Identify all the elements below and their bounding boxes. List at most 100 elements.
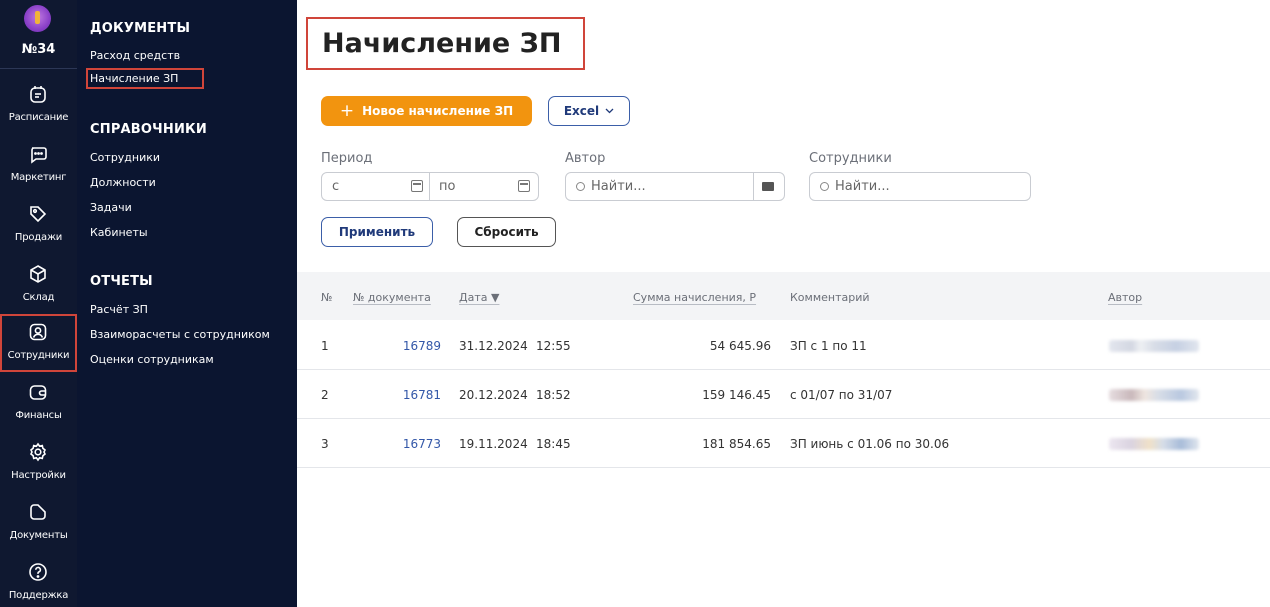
- menu-link-employees[interactable]: Сотрудники: [90, 151, 160, 164]
- menu-link-rooms[interactable]: Кабинеты: [90, 226, 148, 239]
- rail-item-label: Расписание: [8, 112, 69, 123]
- document-icon: [30, 504, 46, 520]
- rail-item-label: Маркетинг: [10, 172, 67, 183]
- row-author-redacted: [1109, 389, 1199, 401]
- menu-link-ratings[interactable]: Оценки сотрудникам: [90, 353, 214, 366]
- input-divider: [753, 173, 754, 200]
- menu-section-references: СПРАВОЧНИКИ: [90, 122, 207, 137]
- row-comment: ЗП с 1 по 11: [790, 339, 867, 353]
- rail-item-label: Сотрудники: [7, 350, 70, 361]
- menu-link-expenses[interactable]: Расход средств: [90, 49, 180, 62]
- excel-button[interactable]: Excel: [548, 96, 630, 126]
- row-time: 18:52: [536, 388, 571, 402]
- rail-item-documents[interactable]: Документы: [0, 494, 77, 552]
- row-sum: 159 146.45: [702, 388, 771, 402]
- rail-item-schedule[interactable]: Расписание: [0, 76, 77, 134]
- reset-button[interactable]: Сбросить: [457, 217, 556, 247]
- rail-item-label: Документы: [9, 530, 68, 541]
- col-sum[interactable]: Сумма начисления, Р: [633, 291, 756, 304]
- author-placeholder: Найти...: [591, 179, 646, 194]
- row-comment: ЗП июнь с 01.06 по 30.06: [790, 437, 950, 451]
- row-number: 1: [321, 339, 329, 353]
- row-date: 31.12.2024: [459, 339, 528, 353]
- date-from-input[interactable]: с: [322, 179, 339, 194]
- title-highlight: Начисление ЗП: [306, 17, 585, 70]
- author-search-input[interactable]: Найти...: [565, 172, 785, 201]
- row-document-link[interactable]: 16773: [357, 437, 441, 451]
- tag-icon: [30, 206, 47, 223]
- main-content: Начисление ЗП + Новое начисление ЗП Exce…: [297, 0, 1270, 607]
- rail-item-label: Продажи: [14, 232, 63, 243]
- help-icon: [29, 563, 47, 581]
- row-author-redacted: [1109, 340, 1199, 352]
- employees-search-input[interactable]: Найти...: [809, 172, 1031, 201]
- wallet-icon: [29, 385, 47, 400]
- row-comment: с 01/07 по 31/07: [790, 388, 893, 402]
- table-row[interactable]: 1 16789 31.12.2024 12:55 54 645.96 ЗП с …: [297, 321, 1270, 370]
- calendar-icon[interactable]: [411, 180, 423, 192]
- chevron-down-icon: [605, 108, 614, 114]
- new-payroll-button[interactable]: + Новое начисление ЗП: [321, 96, 532, 126]
- rail-item-support[interactable]: Поддержка: [0, 554, 77, 607]
- row-date: 20.12.2024: [459, 388, 528, 402]
- rail-item-label: Поддержка: [8, 590, 69, 601]
- row-time: 18:45: [536, 437, 571, 451]
- plus-icon: +: [339, 100, 355, 121]
- period-label: Период: [321, 151, 373, 166]
- rail-item-marketing[interactable]: Маркетинг: [0, 136, 77, 194]
- calendar-icon[interactable]: [518, 180, 530, 192]
- new-payroll-label: Новое начисление ЗП: [362, 104, 514, 118]
- table-header: № № документа Дата ▼ Сумма начисления, Р…: [297, 272, 1270, 320]
- org-logo-icon[interactable]: [24, 5, 51, 32]
- rail-item-finance[interactable]: Финансы: [0, 374, 77, 432]
- table-row[interactable]: 2 16781 20.12.2024 18:52 159 146.45 с 01…: [297, 370, 1270, 419]
- col-document[interactable]: № документа: [353, 291, 431, 304]
- icon-rail: №34 Расписание Маркетинг Продажи Склад С…: [0, 0, 77, 607]
- search-icon: [820, 182, 829, 191]
- employees-label: Сотрудники: [809, 151, 892, 166]
- row-sum: 181 854.65: [702, 437, 771, 451]
- apply-button[interactable]: Применить: [321, 217, 433, 247]
- employee-icon: [29, 323, 47, 341]
- section-menu: ДОКУМЕНТЫ Расход средств Начисление ЗП С…: [77, 0, 297, 607]
- rail-item-warehouse[interactable]: Склад: [0, 256, 77, 314]
- chat-icon: [31, 147, 47, 164]
- employees-placeholder: Найти...: [835, 179, 890, 194]
- menu-link-payroll-calc[interactable]: Расчёт ЗП: [90, 303, 148, 316]
- rail-item-settings[interactable]: Настройки: [0, 434, 77, 492]
- rail-item-label: Финансы: [15, 410, 62, 421]
- row-number: 3: [321, 437, 329, 451]
- period-range: с по: [321, 172, 539, 201]
- menu-link-tasks[interactable]: Задачи: [90, 201, 132, 214]
- row-date: 19.11.2024: [459, 437, 528, 451]
- rail-item-sales[interactable]: Продажи: [0, 196, 77, 254]
- menu-section-documents: ДОКУМЕНТЫ: [90, 21, 191, 36]
- rail-item-label: Склад: [22, 292, 55, 303]
- col-number: №: [321, 291, 333, 304]
- rail-item-label: Настройки: [11, 470, 66, 481]
- box-icon: [30, 265, 46, 283]
- row-document-link[interactable]: 16789: [357, 339, 441, 353]
- menu-section-reports: ОТЧЕТЫ: [90, 274, 153, 289]
- row-sum: 54 645.96: [709, 339, 771, 353]
- table-row[interactable]: 3 16773 19.11.2024 18:45 181 854.65 ЗП и…: [297, 419, 1270, 468]
- author-label: Автор: [565, 151, 606, 166]
- calendar-icon: [30, 86, 46, 103]
- col-comment: Комментарий: [790, 291, 870, 304]
- row-time: 12:55: [536, 339, 571, 353]
- row-document-link[interactable]: 16781: [357, 388, 441, 402]
- date-to-input[interactable]: по: [429, 179, 455, 194]
- rail-divider: [0, 68, 77, 69]
- row-number: 2: [321, 388, 329, 402]
- excel-label: Excel: [563, 104, 600, 118]
- row-author-redacted: [1109, 438, 1199, 450]
- menu-link-positions[interactable]: Должности: [90, 176, 156, 189]
- col-author[interactable]: Автор: [1108, 291, 1142, 304]
- col-date[interactable]: Дата ▼: [459, 291, 499, 304]
- search-icon: [576, 182, 585, 191]
- menu-link-payroll[interactable]: Начисление ЗП: [85, 68, 205, 89]
- gear-icon: [29, 442, 47, 462]
- rail-item-employees[interactable]: Сотрудники: [0, 314, 77, 372]
- menu-link-settlements[interactable]: Взаиморасчеты с сотрудником: [90, 328, 270, 341]
- folder-icon[interactable]: [762, 182, 774, 191]
